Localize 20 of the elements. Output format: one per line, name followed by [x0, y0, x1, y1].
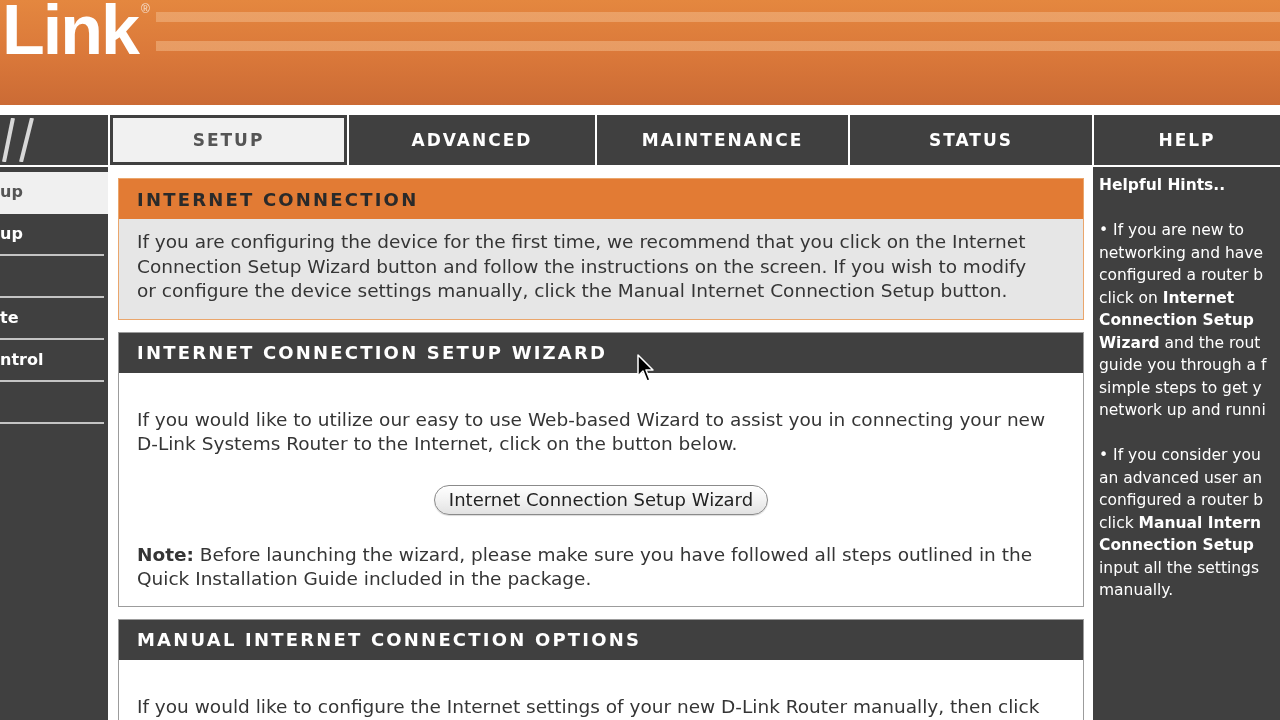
paragraph-text: If you would like to utilize our easy to use Web-based Wizard to assist you in connecting your new D-Link Systems Router to the Internet, click on the button below.: [137, 407, 1047, 456]
nav-tab[interactable]: SETUP: [110, 115, 347, 165]
hint-text: • If you are new to networking and have configured a router b click on Internet Connection Setup Wizard and the rout guide you through a f simple steps to get y network up and runni: [1099, 220, 1267, 421]
slash-lines-icon: [2, 118, 36, 162]
hint-text: • If you consider you an advanced user an configured a router b click Manual Intern Connection Setup input all the settings manually.: [1099, 445, 1264, 601]
section-title: INTERNET CONNECTION SETUP WIZARD: [119, 332, 1083, 373]
setup-wizard-button[interactable]: Internet Connection Setup Wizard: [433, 484, 769, 515]
nav-tab[interactable]: HELP: [1094, 115, 1280, 165]
section-title: INTERNET CONNECTION: [119, 179, 1083, 219]
paragraph-text: Note: Before launching the wizard, please make sure you have followed all steps outlined in the Quick Installation Guide included in the package.: [137, 542, 1034, 591]
paragraph-text: If you would like to configure the Internet settings of your new D-Link Router manually, then click: [137, 694, 1041, 719]
hints-title: Helpful Hints..: [1099, 175, 1226, 196]
paragraph-text: If you are configuring the device for the first time, we recommend that you click on the Internet Connection Setup Wizard button and follow the instructions on the screen. If you wish to modify or configure the device settings manually, click the Manual Internet Connection Setup button.: [137, 230, 1028, 303]
section-title: MANUAL INTERNET CONNECTION OPTIONS: [119, 619, 1083, 660]
nav-tab[interactable]: ADVANCED: [349, 115, 595, 165]
trademark-symbol: ®: [140, 3, 150, 15]
nav-tab[interactable]: STATUS: [850, 115, 1092, 165]
sidebar-item[interactable]: up: [0, 172, 108, 214]
nav-tab[interactable]: MAINTENANCE: [597, 115, 848, 165]
logo-text: Link: [2, 0, 138, 60]
